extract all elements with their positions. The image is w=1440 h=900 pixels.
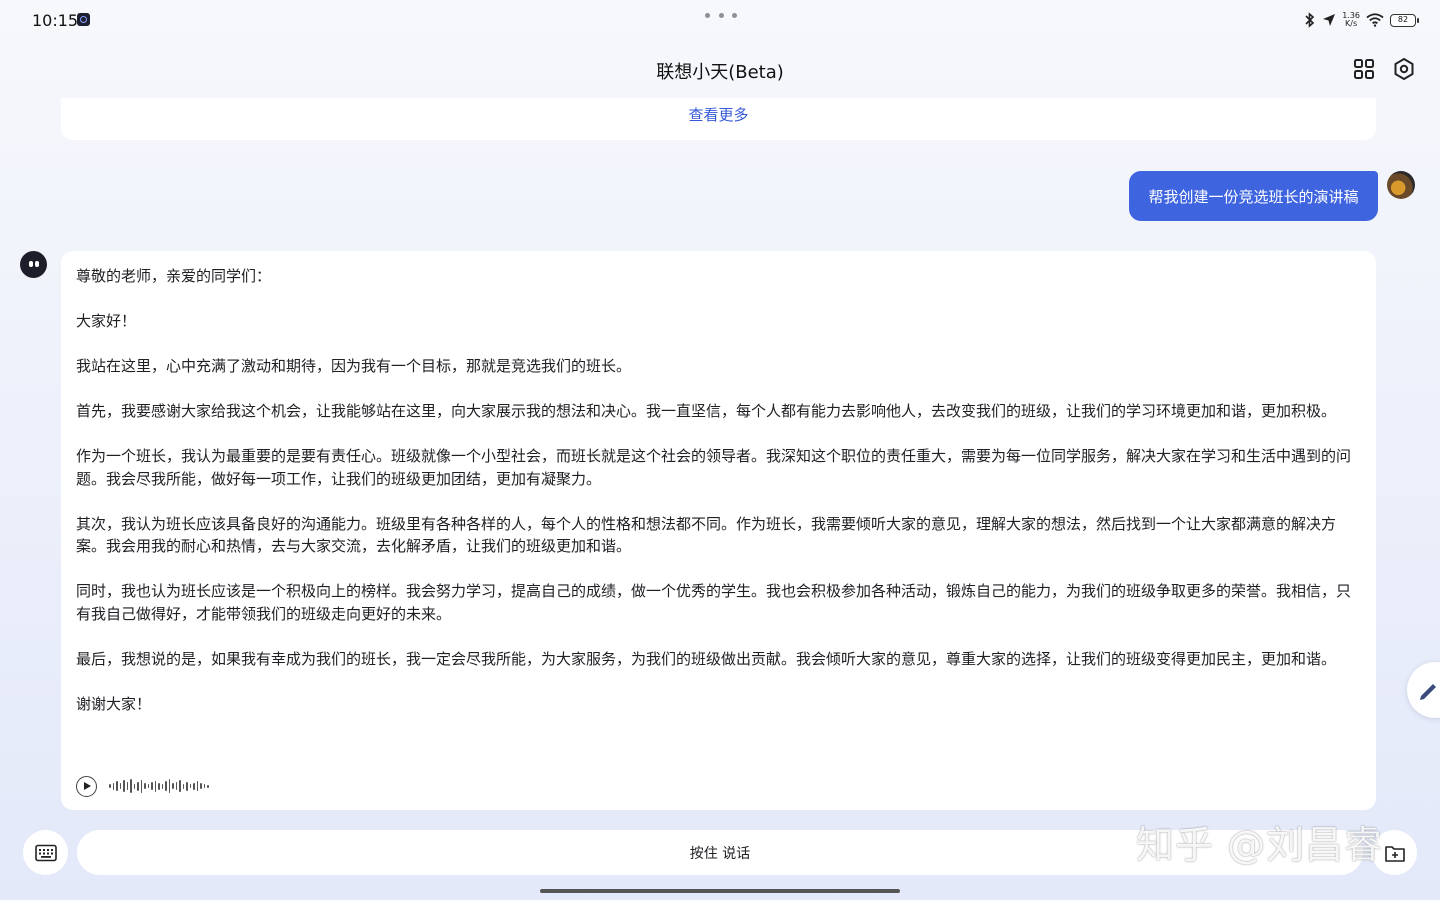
bluetooth-icon [1305, 12, 1315, 28]
speech-paragraph: 谢谢大家！ [76, 694, 152, 713]
user-avatar [1387, 171, 1415, 199]
notification-app-icon [77, 13, 90, 26]
edit-button[interactable] [1407, 662, 1440, 718]
page-title: 联想小天(Beta) [656, 62, 784, 83]
status-time: 10:15 [32, 11, 79, 30]
multitask-dots-icon[interactable] [705, 9, 737, 21]
speech-paragraph: 同时，我也认为班长应该是一个积极向上的榜样。我会努力学习，提高自己的成绩，做一个… [76, 582, 1352, 623]
net-speed: 1.36 K/s [1342, 12, 1360, 28]
pencil-icon [1420, 684, 1436, 700]
home-indicator[interactable] [540, 889, 900, 893]
speech-paragraph: 最后，我想说的是，如果我有幸成为我们的班长，我一定会尽我所能，为大家服务，为我们… [76, 649, 1337, 668]
previous-response-card: 查看更多 [61, 98, 1376, 140]
net-speed-unit: K/s [1345, 19, 1358, 28]
hold-to-talk-label: 按住 说话 [689, 845, 751, 862]
speech-paragraph: 其次，我认为班长应该具备良好的沟通能力。班级里有各种各样的人，每个人的性格和想法… [76, 514, 1337, 556]
gear-icon[interactable] [1392, 57, 1416, 81]
assistant-avatar [20, 251, 47, 278]
speech-paragraph: 大家好！ [76, 312, 137, 330]
location-icon [1323, 14, 1336, 26]
zhihu-watermark: 知乎 @刘昌睿 [1136, 823, 1384, 867]
speech-paragraph: 作为一个班长，我认为最重要的是要有责任心。班级就像一个小型社会，而班长就是这个社… [76, 447, 1352, 488]
speech-paragraph: 尊敬的老师，亲爱的同学们： [76, 267, 272, 285]
play-icon[interactable] [76, 775, 97, 797]
status-indicators: 1.36 K/s 82 [1304, 9, 1419, 31]
assistant-message-card: 尊敬的老师，亲爱的同学们： 大家好！ 我站在这里，心中充满了激动和期待，因为我有… [61, 251, 1376, 810]
speech-paragraph: 首先，我要感谢大家给我这个机会，让我能够站在这里，向大家展示我的想法和决心。我一… [76, 402, 1337, 420]
grid-icon[interactable] [1352, 57, 1376, 81]
wifi-icon [1366, 13, 1384, 27]
status-bar: 10:15 1.36 K/s 82 [0, 0, 1440, 40]
user-message-bubble: 帮我创建一份竞选班长的演讲稿 [1129, 171, 1378, 221]
see-more-link[interactable]: 查看更多 [61, 104, 1376, 125]
keyboard-icon[interactable] [23, 830, 68, 875]
speech-paragraph: 我站在这里，心中充满了激动和期待，因为我有一个目标，那就是竞选我们的班长。 [76, 357, 632, 375]
battery-icon: 82 [1390, 13, 1419, 27]
audio-player [76, 775, 209, 797]
user-message-text: 帮我创建一份竞选班长的演讲稿 [1148, 187, 1359, 206]
audio-waveform [109, 778, 209, 794]
